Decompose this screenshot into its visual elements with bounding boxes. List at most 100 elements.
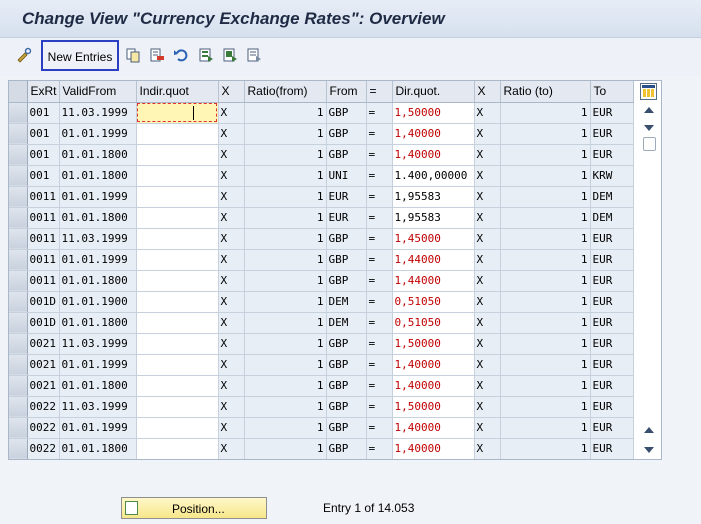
cell-indir-quot[interactable] [136,228,219,250]
cell-to: EUR [590,396,634,418]
cell-indir-quot[interactable] [136,396,219,418]
cell-dir-quot[interactable]: 1,40000 [392,144,475,166]
cell-dir-x: X [474,333,501,355]
cell-to: EUR [590,270,634,292]
scroll-page-down-icon[interactable] [644,447,654,453]
cell-equals: = [366,270,393,292]
delete-icon[interactable] [148,46,166,64]
cell-indir-quot[interactable] [136,144,219,166]
scroll-up-icon[interactable] [644,107,654,113]
cell-indir-quot[interactable] [136,438,219,459]
row-selector[interactable] [9,312,28,334]
text-caret [192,105,194,120]
vertical-scrollbar[interactable] [640,101,660,459]
cell-indir-quot[interactable] [136,375,219,397]
cell-dir-quot[interactable]: 1,40000 [392,354,475,376]
cell-dir-quot[interactable]: 1,50000 [392,102,475,124]
column-header-dir-x[interactable]: X [474,81,501,103]
deselect-all-icon[interactable] [245,46,263,64]
cell-dir-quot[interactable]: 0,51050 [392,291,475,313]
cell-dir-quot[interactable]: 1,95583 [392,207,475,229]
row-selector[interactable] [9,249,28,271]
cell-equals: = [366,375,393,397]
cell-dir-quot[interactable]: 1,50000 [392,396,475,418]
table-row: 0011 01.01.1800 X 1 EUR = 1,95583 X 1 DEM [9,207,634,229]
row-selector[interactable] [9,102,28,124]
row-selector[interactable] [9,354,28,376]
cell-indir-quot[interactable] [136,102,219,124]
copy-icon[interactable] [124,46,142,64]
cell-equals: = [366,165,393,187]
cell-indir-quot[interactable] [136,270,219,292]
column-header-dir-quot[interactable]: Dir.quot. [392,81,475,103]
row-selector[interactable] [9,291,28,313]
cell-dir-quot[interactable]: 1,40000 [392,438,475,459]
select-all-cell[interactable] [9,81,28,103]
scroll-down-icon[interactable] [644,125,654,131]
column-header-from[interactable]: From [326,81,367,103]
column-header-to[interactable]: To [590,81,634,103]
column-header-ratio-from[interactable]: Ratio(from) [244,81,327,103]
cell-dir-quot[interactable]: 1,50000 [392,333,475,355]
cell-indir-quot[interactable] [136,207,219,229]
cell-dir-x: X [474,312,501,334]
cell-indir-quot[interactable] [136,291,219,313]
column-header-indir-quot[interactable]: Indir.quot [136,81,219,103]
change-display-icon[interactable] [15,46,33,64]
cell-indir-quot[interactable] [136,312,219,334]
column-header-exrt[interactable]: ExRt [27,81,60,103]
row-selector[interactable] [9,270,28,292]
row-selector[interactable] [9,123,28,145]
table-row: 0022 11.03.1999 X 1 GBP = 1,50000 X 1 EUR [9,396,634,418]
table-settings-icon[interactable] [640,83,657,100]
cell-exrt: 0021 [27,354,60,376]
cell-dir-quot[interactable]: 1,95583 [392,186,475,208]
select-all-icon[interactable] [197,46,215,64]
row-selector[interactable] [9,333,28,355]
cell-indir-quot[interactable] [136,249,219,271]
cell-indir-quot[interactable] [136,417,219,439]
cell-dir-quot[interactable]: 1.400,00000 [392,165,475,187]
cell-valid-from: 01.01.1999 [59,417,137,439]
scroll-thumb[interactable] [643,137,656,151]
cell-dir-quot[interactable]: 1,40000 [392,123,475,145]
table-row: 0011 01.01.1800 X 1 GBP = 1,44000 X 1 EUR [9,270,634,292]
row-selector[interactable] [9,417,28,439]
row-selector[interactable] [9,438,28,459]
position-button[interactable]: Position... [121,497,267,519]
cell-indir-quot[interactable] [136,123,219,145]
row-selector[interactable] [9,375,28,397]
cell-indir-quot[interactable] [136,354,219,376]
column-header-valid-from[interactable]: ValidFrom [59,81,137,103]
row-selector[interactable] [9,144,28,166]
cell-dir-quot[interactable]: 1,44000 [392,249,475,271]
cell-to: EUR [590,312,634,334]
cell-dir-quot[interactable]: 0,51050 [392,312,475,334]
column-header-indir-x[interactable]: X [218,81,245,103]
column-header-equals[interactable]: = [366,81,393,103]
row-selector[interactable] [9,186,28,208]
row-selector[interactable] [9,207,28,229]
cell-indir-quot[interactable] [136,186,219,208]
cell-indir-quot[interactable] [136,165,219,187]
new-entries-button[interactable]: New Entries [41,40,119,71]
cell-from: EUR [326,186,367,208]
cell-exrt: 0011 [27,270,60,292]
cell-dir-quot[interactable]: 1,40000 [392,417,475,439]
row-selector[interactable] [9,396,28,418]
row-selector[interactable] [9,228,28,250]
cell-to: EUR [590,144,634,166]
cell-dir-x: X [474,417,501,439]
cell-dir-quot[interactable]: 1,44000 [392,270,475,292]
column-header-ratio-to[interactable]: Ratio (to) [500,81,591,103]
scroll-page-up-icon[interactable] [644,427,654,433]
cell-dir-quot[interactable]: 1,40000 [392,375,475,397]
select-block-icon[interactable] [221,46,239,64]
cell-dir-x: X [474,249,501,271]
cell-dir-x: X [474,396,501,418]
cell-dir-quot[interactable]: 1,45000 [392,228,475,250]
cell-exrt: 001D [27,312,60,334]
undo-icon[interactable] [172,46,190,64]
row-selector[interactable] [9,165,28,187]
cell-indir-quot[interactable] [136,333,219,355]
